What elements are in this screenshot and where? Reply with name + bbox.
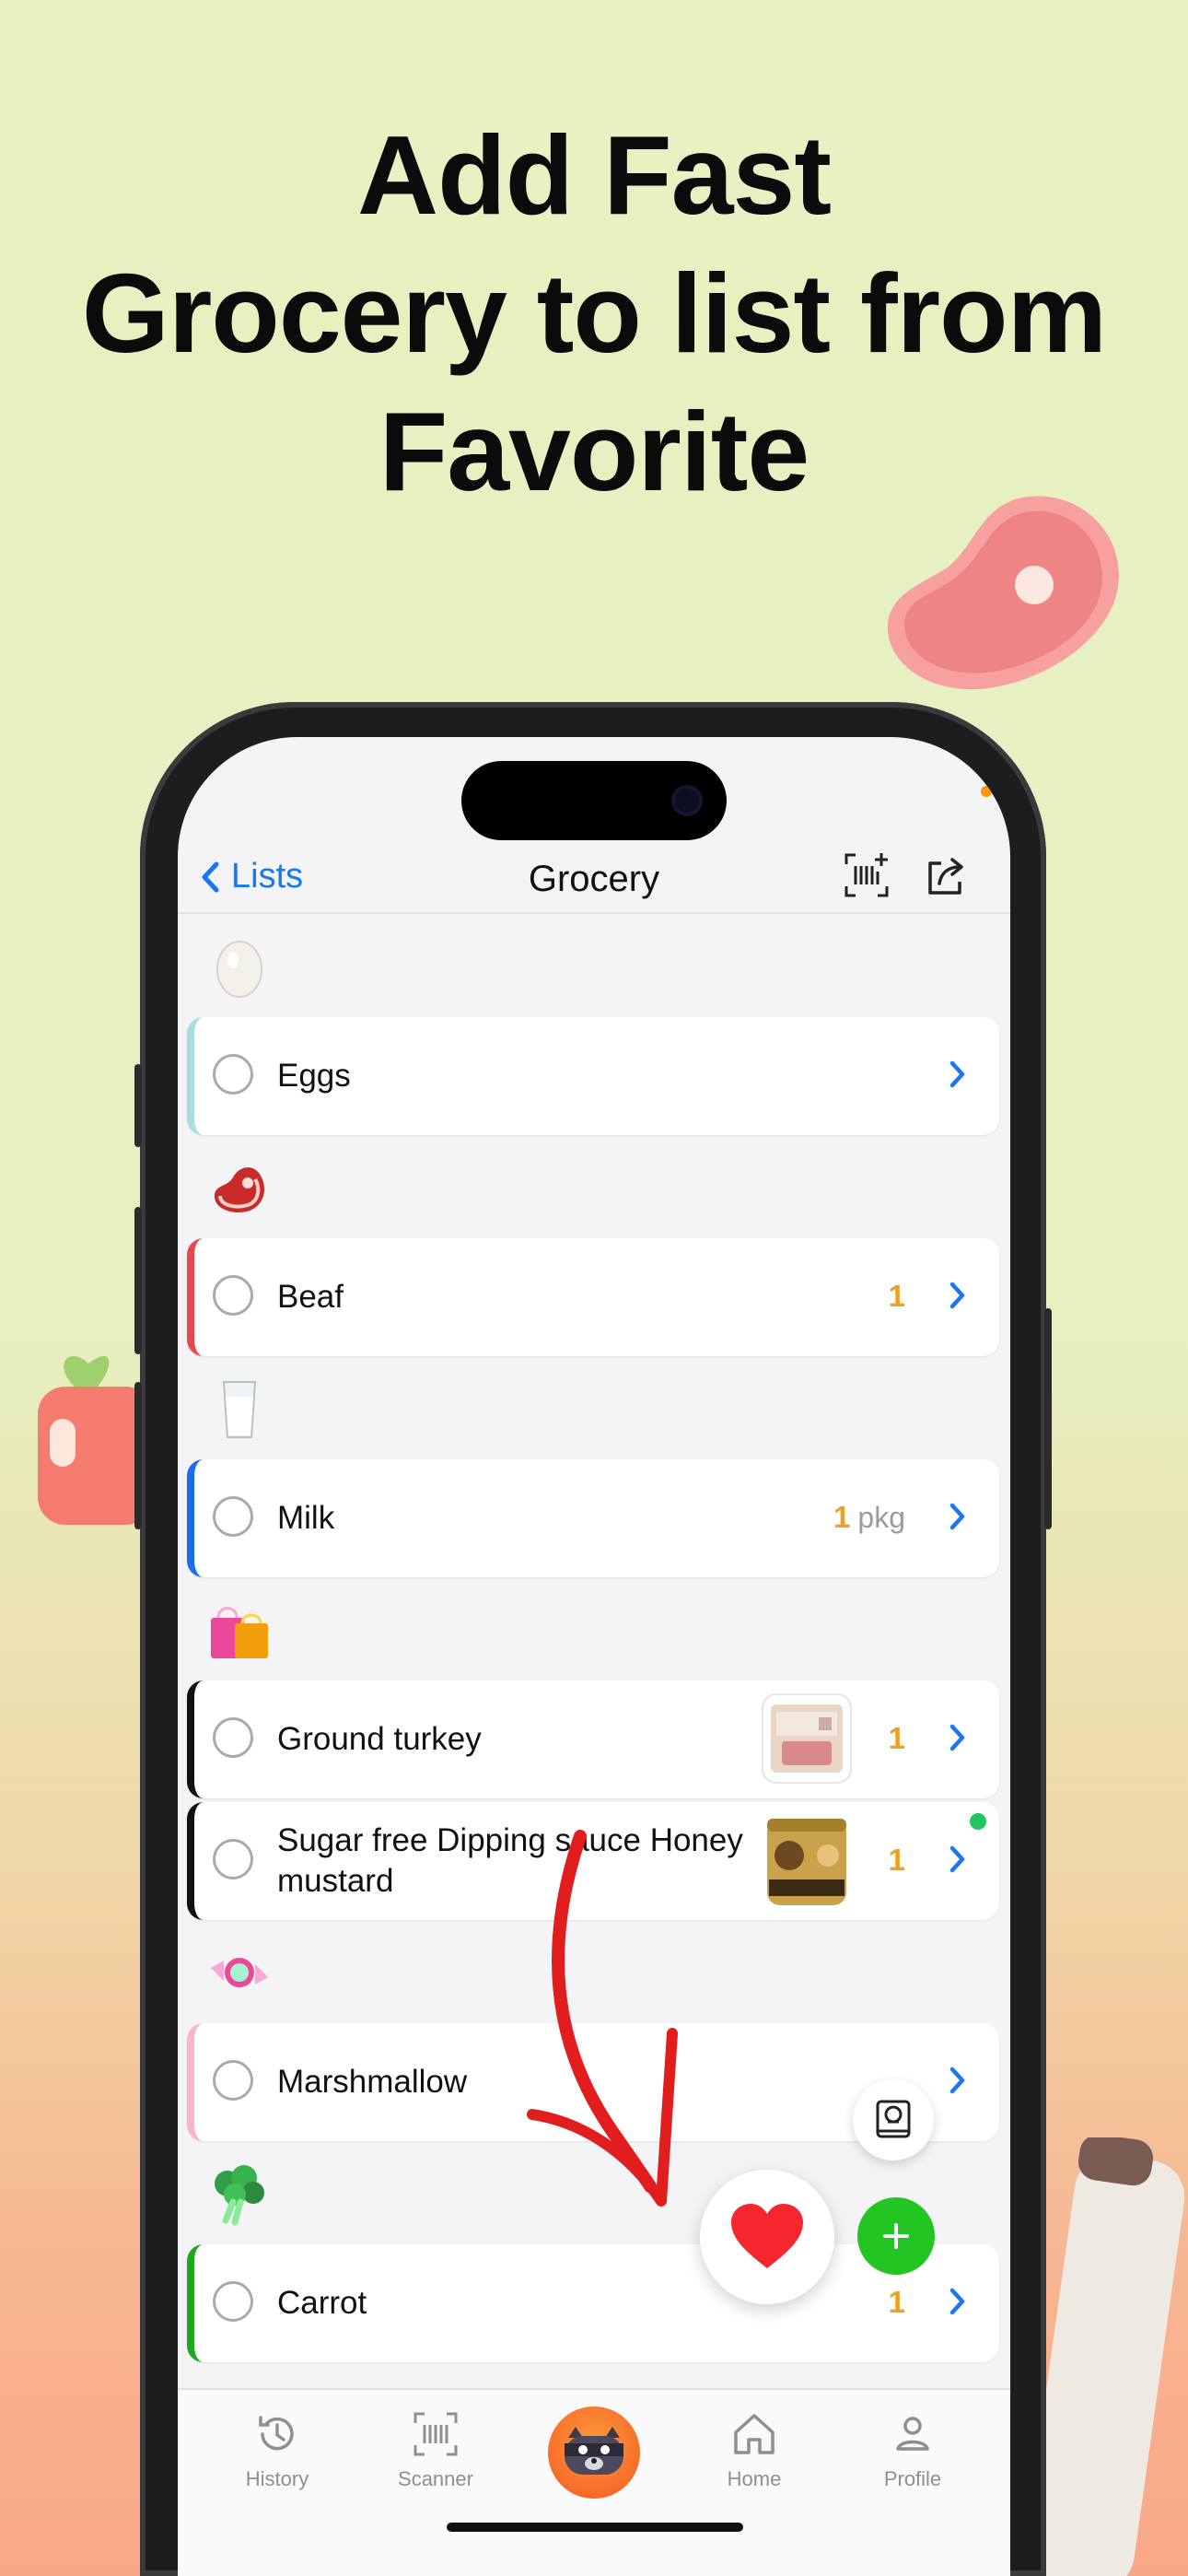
dynamic-island [461,761,727,840]
item-label: Ground turkey [277,1721,482,1757]
quantity-value: 1 [888,1721,905,1755]
shopping-bags-icon [211,1607,268,1658]
plus-icon [883,2223,909,2249]
steak-decoration [887,496,1119,690]
heart-icon [731,2204,803,2268]
tab-label: History [245,2467,309,2490]
tab-label: Scanner [398,2467,473,2490]
item-label: Milk [277,1500,335,1536]
chevron-right-icon[interactable] [948,1058,968,1091]
item-checkbox[interactable] [213,2060,253,2101]
tab-history[interactable]: History [222,2406,332,2491]
quantity-value: 1 [833,1500,851,1534]
tab-home[interactable]: Home [699,2406,809,2491]
tab-bar: History Scanner Home Profile [178,2388,1010,2576]
item-quantity: 1 [889,1279,905,1314]
meat-icon [214,1167,264,1212]
mascot-tab-button[interactable] [548,2406,640,2499]
tab-label: Home [727,2467,782,2490]
home-indicator [447,2523,743,2532]
recipe-book-icon [876,2100,911,2138]
barcode-add-icon[interactable] [839,848,894,903]
camera-icon [671,785,703,816]
app-screen: Lists Grocery Eggs Beaf 1 Milk 1 pkg Gro… [178,737,1010,2576]
phone-side-button [134,1382,142,1529]
barcode-icon [413,2412,458,2456]
product-thumbnail[interactable] [762,1693,852,1784]
item-quantity: 1 [889,1843,905,1878]
headline: Add Fast Grocery to list from Favorite [0,106,1188,521]
tab-profile[interactable]: Profile [857,2406,968,2491]
item-checkbox[interactable] [213,2281,253,2322]
item-quantity: 1 [889,1721,905,1756]
phone-side-button [134,1064,142,1147]
raccoon-icon [565,2427,623,2475]
section-header [178,914,1010,1017]
chevron-right-icon[interactable] [948,1500,968,1533]
phone-side-button [1044,1308,1052,1529]
quantity-unit: pkg [857,1501,905,1534]
chevron-right-icon[interactable] [948,2285,968,2318]
share-icon[interactable] [918,848,973,903]
chevron-right-icon[interactable] [948,1721,968,1754]
item-checkbox[interactable] [213,1717,253,1758]
item-checkbox[interactable] [213,1054,253,1095]
item-label: Beaf [277,1279,344,1315]
product-thumbnail[interactable] [762,1815,852,1905]
list-item[interactable]: Milk 1 pkg [187,1459,999,1577]
home-icon [734,2414,775,2454]
item-label: Marshmallow [277,2064,468,2100]
list-item[interactable]: Beaf 1 [187,1238,999,1356]
broccoli-icon [215,2165,264,2226]
quantity-value: 1 [888,1843,905,1877]
section-header [178,1356,1010,1459]
chevron-right-icon[interactable] [948,1279,968,1312]
item-checkbox[interactable] [213,1275,253,1316]
favorites-button[interactable] [700,2170,834,2304]
quantity-value: 1 [888,2285,905,2319]
bottle-decoration [1024,2137,1185,2576]
recipe-book-button[interactable] [853,2079,934,2160]
privacy-indicator [981,786,992,797]
tab-label: Profile [883,2467,942,2490]
chevron-right-icon[interactable] [948,1843,968,1876]
headline-line-1: Add Fast [357,112,832,238]
list-item[interactable]: Ground turkey 1 [187,1680,999,1798]
candy-icon [211,1958,268,1987]
chevron-right-icon[interactable] [948,2064,968,2097]
annotation-arrow [527,1830,678,2207]
item-quantity: 1 pkg [833,1500,905,1535]
quantity-value: 1 [888,1279,905,1313]
item-label: Carrot [277,2285,367,2321]
item-quantity: 1 [889,2285,905,2320]
section-header [178,1577,1010,1680]
item-checkbox[interactable] [213,1839,253,1879]
list-item[interactable]: Eggs [187,1017,999,1135]
item-checkbox[interactable] [213,1496,253,1537]
navigation-bar: Lists Grocery [178,838,1010,923]
egg-icon [216,941,262,998]
add-item-button[interactable] [857,2197,935,2275]
item-label: Eggs [277,1058,351,1094]
phone-side-button [134,1207,142,1354]
headline-line-2: Grocery to list from [81,251,1107,376]
status-dot [970,1813,986,1830]
milk-icon [222,1381,257,1438]
profile-icon [896,2417,929,2451]
history-icon [259,2416,294,2451]
tab-scanner[interactable]: Scanner [380,2406,491,2491]
section-header [178,1135,1010,1238]
